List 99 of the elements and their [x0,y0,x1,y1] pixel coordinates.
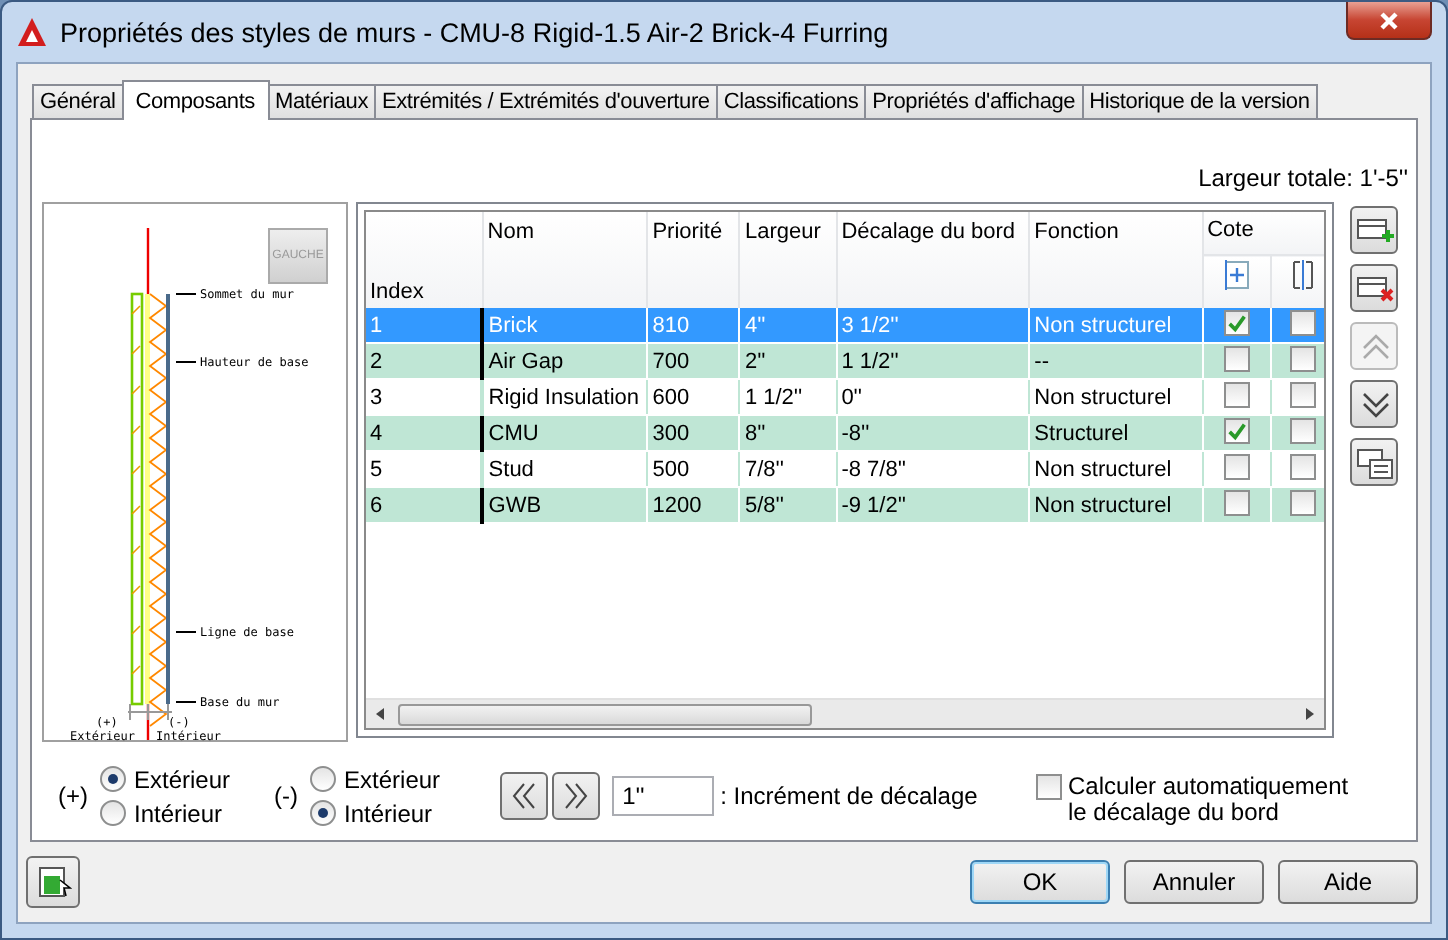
checkbox[interactable] [1223,453,1250,479]
checkbox[interactable] [1223,489,1250,515]
table-cell: Non structurel [1029,379,1203,415]
checkbox[interactable] [1290,453,1317,479]
total-width-label: Largeur totale: 1'-5'' [1198,164,1408,192]
table-cell: 700 [647,343,740,379]
table-cell: Structurel [1029,415,1203,451]
horizontal-scrollbar[interactable] [366,698,1324,728]
table-cell[interactable]: Stud [482,451,648,487]
checkbox[interactable] [1223,345,1250,371]
table-cell: 1 1/2'' [739,379,837,415]
tab[interactable]: Propriétés d'affichage [864,84,1084,118]
table-cell[interactable]: 3 [366,379,483,415]
column-header[interactable]: Priorité [647,212,740,308]
dialog-button[interactable]: OK [970,860,1110,904]
table-cell: -8'' [836,415,1030,451]
offset-increment-field[interactable]: 1'' [612,776,715,816]
table-cell: 2'' [739,343,837,379]
tab[interactable]: Général [32,84,124,118]
window-cursor-icon [35,864,71,900]
double-chevron-right-icon [560,780,593,812]
scroll-left-icon [374,706,386,722]
column-header[interactable]: Index [366,212,483,308]
checkbox[interactable] [1290,381,1317,407]
checkbox[interactable] [1290,309,1317,335]
table-cell: 600 [647,379,740,415]
radio-label[interactable]: Intérieur [344,799,433,827]
double-chevron-left-icon [508,780,541,812]
checkbox[interactable] [1223,418,1250,444]
table-cell: Non structurel [1029,451,1203,487]
side-sign-label: (+) [58,782,88,810]
offset-increment-label: : Incrément de décalage [720,782,978,810]
preview-toggle-button[interactable] [26,856,80,908]
checkbox-label[interactable]: Calculer automatiquement le décalage du bord [1068,774,1368,826]
table-cell[interactable]: GWB [482,487,648,523]
checkbox[interactable] [1036,774,1062,800]
app-logo-icon [16,16,48,48]
table-cell[interactable]: CMU [482,415,648,451]
table-cell: 4'' [739,308,837,343]
window-title: Propriétés des styles de murs - CMU-8 Rigid-1.5 Air-2 Brick-4 Furring [60,17,889,47]
tab[interactable]: Matériaux [267,84,376,118]
dimension-icon [1290,260,1317,290]
table-cell: Non structurel [1029,308,1203,343]
radio-label[interactable]: Extérieur [134,765,231,793]
checkbox[interactable] [1290,345,1317,371]
table-cell: 810 [647,308,740,343]
table-icon [1353,444,1395,480]
radio-button[interactable] [310,800,337,826]
table-cell: 3 1/2'' [836,308,1030,343]
table-cell: -8 7/8'' [836,451,1030,487]
delete-row-button[interactable] [1350,264,1398,312]
close-button[interactable] [1346,2,1432,40]
next-button[interactable] [552,772,601,820]
add-row-button[interactable] [1350,206,1398,254]
table-cell: 1 1/2'' [836,343,1030,379]
previous-button[interactable] [500,772,549,820]
table-cell: 300 [647,415,740,451]
table-cell: 7/8'' [739,451,837,487]
double-chevron-down-button[interactable] [1350,380,1398,428]
checkbox[interactable] [1223,310,1250,336]
dimension-ticks [127,703,173,721]
radio-button[interactable] [310,766,337,792]
table-cell[interactable]: 5 [366,451,483,487]
side-sign-label: (-) [274,782,299,810]
table-cell: Non structurel [1029,487,1203,523]
tab[interactable]: Historique de la version [1081,84,1318,118]
radio-button[interactable] [100,766,126,792]
tab[interactable]: Composants [121,80,269,120]
table-cell: 8'' [739,415,837,451]
table-cell[interactable]: 6 [366,487,483,523]
scroll-right-icon [1304,706,1316,722]
table-button[interactable] [1350,438,1398,486]
table-cell: -9 1/2'' [836,487,1030,523]
column-header[interactable]: Largeur [739,212,837,308]
radio-label[interactable]: Extérieur [344,765,441,793]
table-cell[interactable]: 4 [366,415,483,451]
dialog-button[interactable]: Annuler [1124,860,1264,904]
table-cell: 5/8'' [739,487,837,523]
tab[interactable]: Extrémités / Extrémités d'ouverture [374,84,718,118]
table-cell[interactable]: Air Gap [482,343,648,379]
dimension-icon [1223,260,1250,290]
checkbox[interactable] [1290,489,1317,515]
checkbox[interactable] [1223,381,1250,407]
column-group-header: Cote [1202,212,1324,255]
radio-label[interactable]: Intérieur [134,799,223,827]
dialog-button[interactable]: Aide [1278,860,1418,904]
table-cell: 0'' [836,379,1030,415]
close-icon [1378,9,1400,31]
column-header[interactable]: Décalage du bord [836,212,1030,308]
table-cell[interactable]: 2 [366,343,483,379]
column-header[interactable]: Nom [482,212,648,308]
tab[interactable]: Classifications [715,84,867,118]
radio-button[interactable] [100,800,126,826]
table-cell: 1200 [647,487,740,523]
checkbox[interactable] [1290,417,1317,443]
table-cell: 500 [647,451,740,487]
column-header[interactable]: Fonction [1029,212,1203,308]
table-cell[interactable]: Rigid Insulation [482,379,648,415]
table-cell: -- [1029,343,1203,379]
